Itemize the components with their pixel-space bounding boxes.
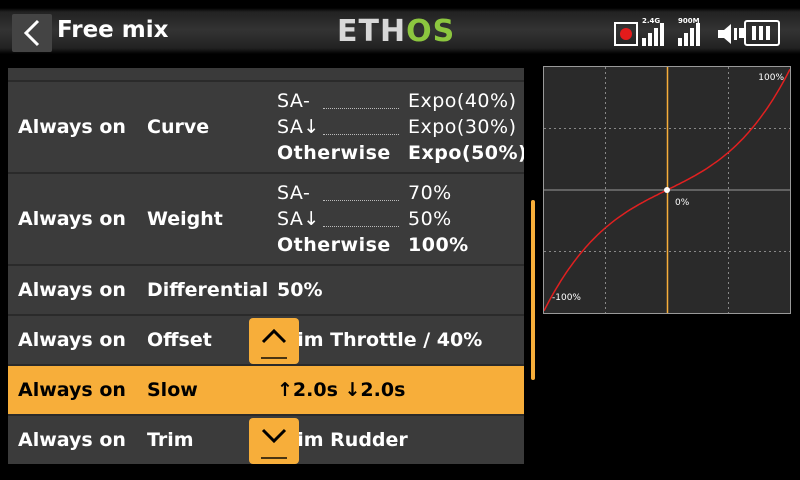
condition-label: Always on	[18, 379, 126, 401]
ethos-logo: ETHOS	[337, 14, 456, 49]
chevron-up-icon	[261, 328, 287, 344]
condition-label: Always on	[18, 429, 126, 451]
curve-entry: SA- Expo(40%)	[277, 90, 517, 112]
curve-min-label: -100%	[552, 293, 581, 303]
chevron-down-icon	[261, 428, 287, 444]
param-label: Trim	[147, 429, 194, 451]
page-title: Free mix	[57, 17, 169, 43]
condition-label: Always on	[18, 279, 126, 301]
param-label: Curve	[147, 116, 210, 138]
curve-max-label: 100%	[758, 73, 784, 83]
curve-graph	[544, 67, 790, 313]
header-bar: Free mix ETHOS 2.4G 900M	[0, 0, 800, 62]
weight-entry: SA- 70%	[277, 182, 452, 204]
back-icon	[23, 19, 40, 47]
param-label: Offset	[147, 329, 212, 351]
list-item-slow[interactable]: Always on Slow ↑2.0s ↓2.0s	[8, 366, 524, 414]
condition-label: Always on	[18, 329, 126, 351]
list-item-differential[interactable]: Always on Differential 50%	[8, 266, 524, 314]
mix-settings-list[interactable]: Always on Curve SA- Expo(40%) SA↓ Expo(30%…	[8, 68, 524, 464]
speaker-icon[interactable]	[716, 22, 740, 50]
record-icon	[614, 22, 638, 46]
param-value: Trim Throttle / 40%	[277, 329, 483, 351]
rf-signal-icon: 2.4G	[642, 17, 668, 46]
list-item-curve[interactable]: Always on Curve SA- Expo(40%) SA↓ Expo(30%…	[8, 82, 524, 172]
weight-entry: SA↓ 50%	[277, 208, 452, 230]
condition-label: Always on	[18, 116, 126, 138]
list-scrollbar[interactable]	[531, 200, 535, 380]
curve-entry-otherwise: Otherwise Expo(50%)	[277, 142, 524, 164]
list-top-edge	[8, 68, 524, 80]
scroll-down-button[interactable]	[249, 418, 299, 464]
param-label: Weight	[147, 208, 223, 230]
back-button[interactable]	[12, 14, 52, 52]
condition-label: Always on	[18, 208, 126, 230]
curve-entry: SA↓ Expo(30%)	[277, 116, 517, 138]
curve-preview: 100% 0% -100%	[543, 66, 791, 314]
param-label: Slow	[147, 379, 198, 401]
weight-entry-otherwise: Otherwise 100%	[277, 234, 469, 256]
battery-icon	[739, 20, 780, 46]
param-value: 50%	[277, 279, 323, 301]
param-value: ↑2.0s ↓2.0s	[277, 379, 406, 401]
list-item-weight[interactable]: Always on Weight SA- 70% SA↓ 50% Otherwise…	[8, 174, 524, 264]
curve-center-label: 0%	[675, 198, 690, 208]
scroll-up-button[interactable]	[249, 318, 299, 364]
param-label: Differential	[147, 279, 269, 301]
telemetry-signal-icon: 900M	[678, 17, 704, 46]
